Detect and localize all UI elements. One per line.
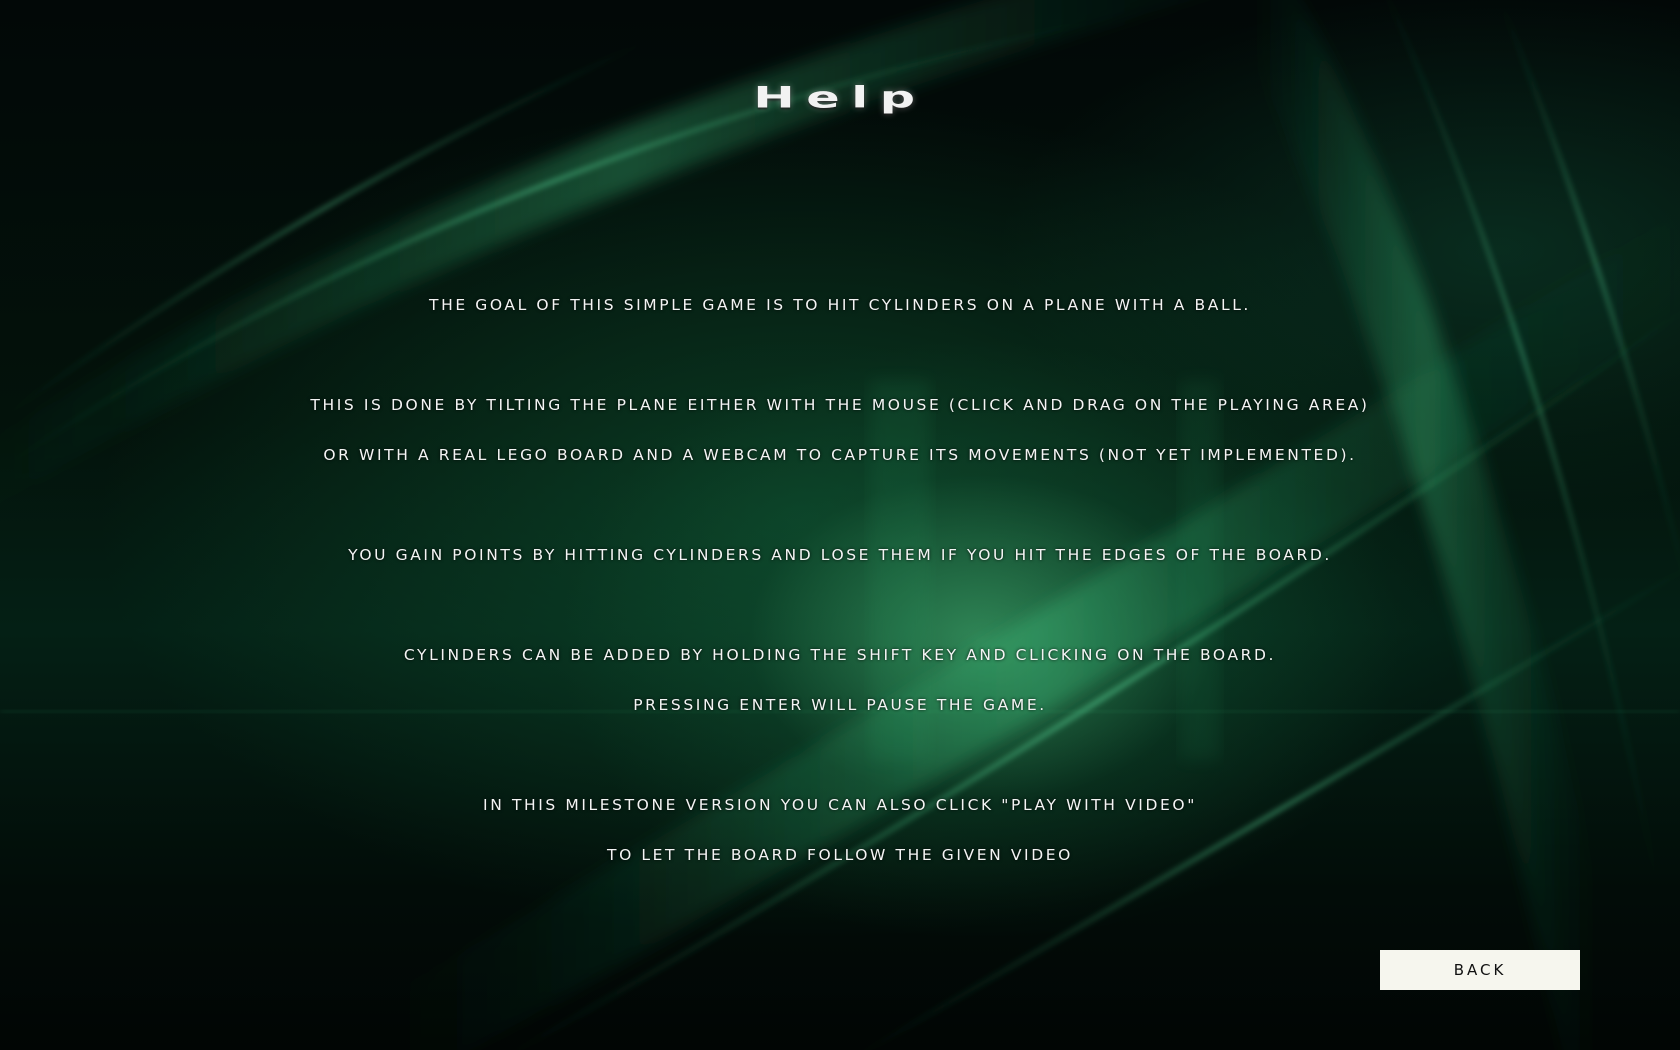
background-streaks: [0, 0, 1680, 1050]
back-button[interactable]: Back: [1380, 950, 1580, 990]
help-line-video: to let the board follow the given video: [607, 846, 1073, 864]
help-line-points: You gain points by hitting cylinders and…: [348, 546, 1332, 564]
help-line-tilt-mouse: This is done by tilting the plane either…: [310, 396, 1370, 414]
help-line-tilt-lego: or with a real Lego board and a webcam t…: [323, 446, 1357, 464]
help-line-milestone: In this milestone version you can also c…: [483, 796, 1197, 814]
help-line-add-cylinders: Cylinders can be added by holding the Sh…: [403, 646, 1277, 664]
help-screen: Help The goal of this simple game is to …: [0, 0, 1680, 1050]
help-line-pause: Pressing Enter will pause the game.: [633, 696, 1047, 714]
page-title: Help: [753, 81, 927, 115]
help-line-goal: The goal of this simple game is to hit c…: [429, 296, 1251, 314]
